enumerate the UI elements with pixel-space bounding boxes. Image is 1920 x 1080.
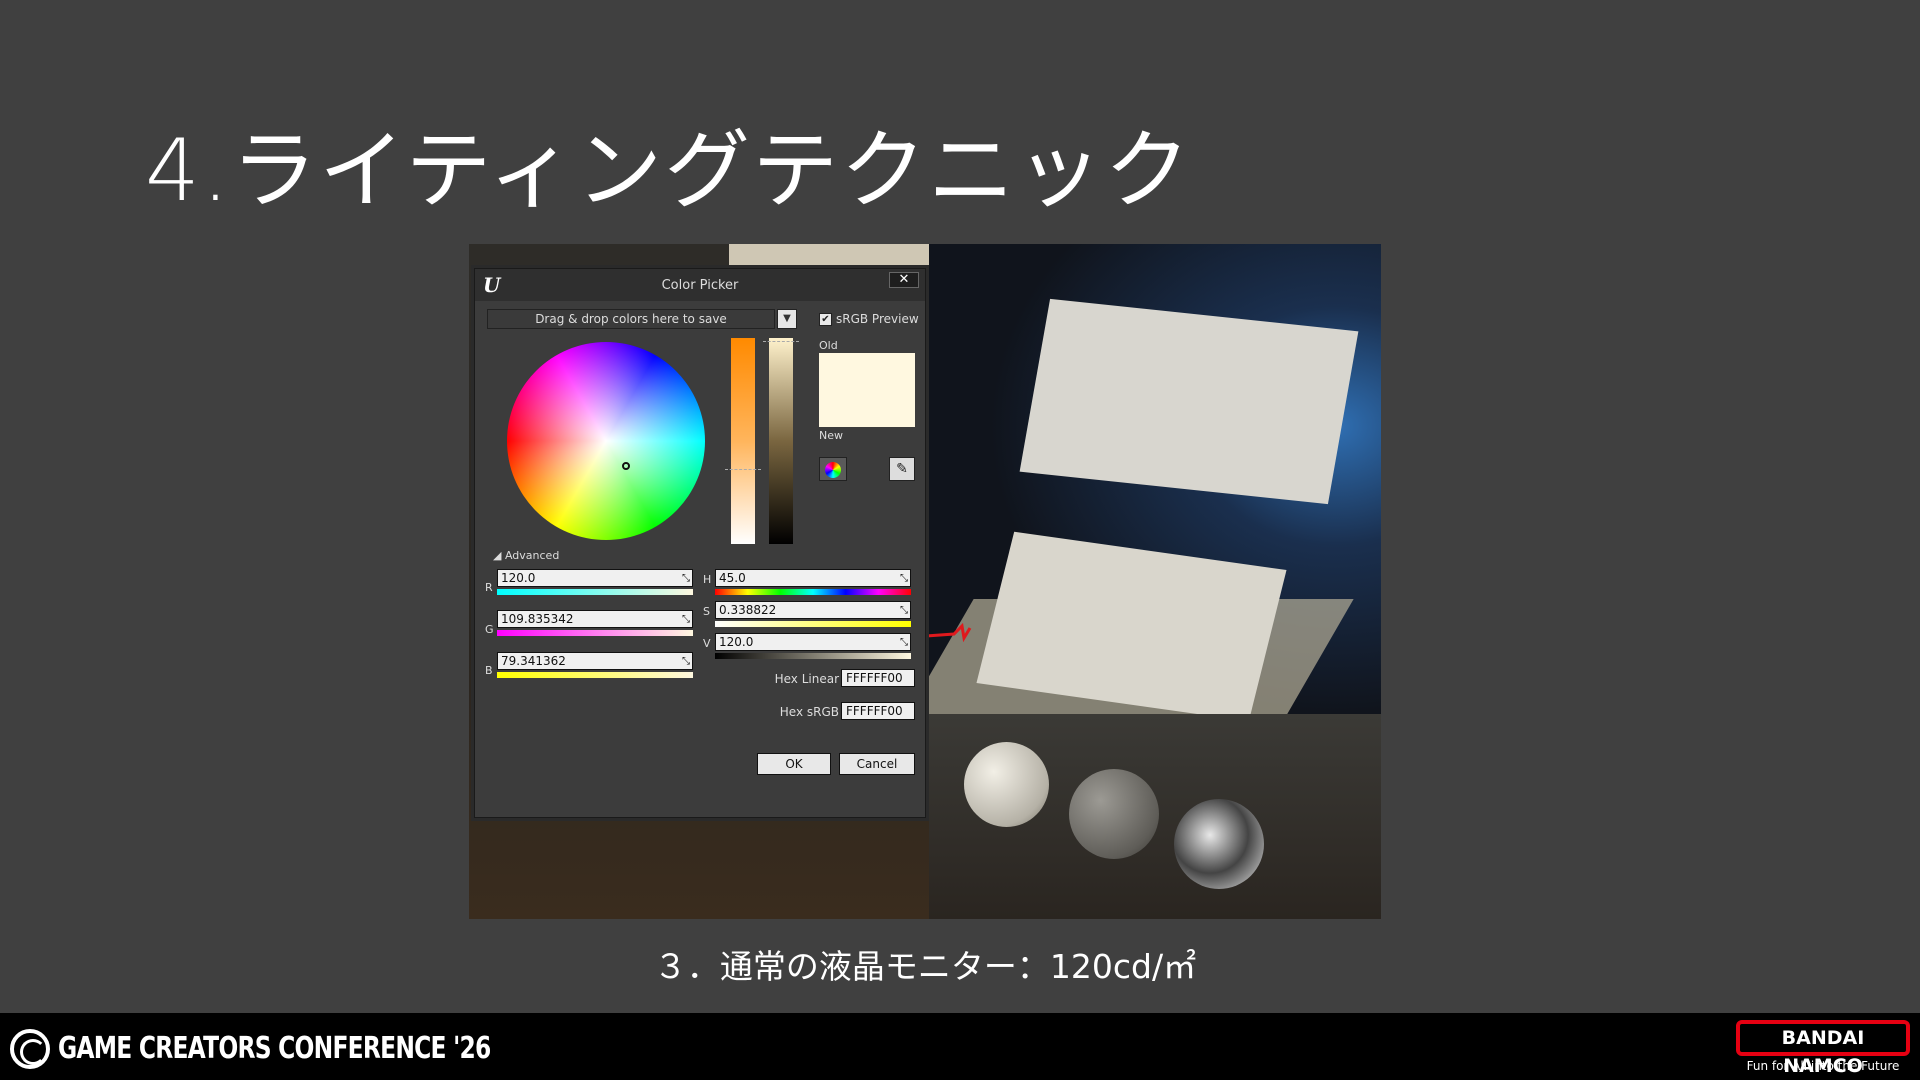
color-wheel-icon bbox=[825, 462, 841, 478]
advanced-label: Advanced bbox=[504, 549, 560, 562]
value-slider-handle[interactable] bbox=[763, 341, 799, 342]
v-value: 120.0 bbox=[719, 635, 754, 649]
color-wheel-marker[interactable] bbox=[622, 462, 630, 470]
sponsor-logo: BANDAI NAMCO bbox=[1736, 1020, 1910, 1077]
gray-sphere bbox=[1069, 769, 1159, 859]
r-value: 120.0 bbox=[501, 571, 536, 585]
sponsor-tagline: Fun for All into the Future bbox=[1746, 1059, 1900, 1073]
g-slider-bar[interactable] bbox=[497, 630, 693, 636]
footer-bar: GAME CREATORS CONFERENCE '26 BANDAI NAMC… bbox=[0, 1013, 1920, 1080]
saved-colors-dropdown-button[interactable]: ▼ bbox=[777, 309, 797, 329]
chevron-down-icon: ▼ bbox=[783, 313, 791, 324]
dialog-title-bar[interactable]: U Color Picker ✕ bbox=[475, 269, 925, 301]
hex-srgb-input[interactable]: FFFFFF00 bbox=[841, 702, 915, 720]
v-input[interactable]: 120.0 ⤡ bbox=[715, 633, 911, 651]
dialog-title: Color Picker bbox=[661, 278, 739, 293]
red-arrow-annotation bbox=[925, 622, 972, 642]
srgb-preview-checkbox[interactable]: ✔ bbox=[819, 313, 832, 326]
cancel-button[interactable]: Cancel bbox=[839, 753, 915, 775]
saturation-slider-handle[interactable] bbox=[725, 469, 761, 470]
eyedropper-icon: ✎ bbox=[896, 461, 908, 477]
b-slider-bar[interactable] bbox=[497, 672, 693, 678]
chrome-sphere bbox=[1174, 799, 1264, 889]
slide-caption: ３．通常の液晶モニター：120cd/㎡ bbox=[653, 947, 1197, 986]
h-slider-bar[interactable] bbox=[715, 589, 911, 595]
gcc-logo-icon bbox=[10, 1029, 50, 1069]
new-color-label: New bbox=[819, 429, 843, 442]
s-slider-bar[interactable] bbox=[715, 621, 911, 627]
v-slider-bar[interactable] bbox=[715, 653, 911, 659]
color-wheel-mode-button[interactable] bbox=[819, 457, 847, 481]
spin-icon[interactable]: ⤡ bbox=[682, 654, 690, 670]
spin-icon[interactable]: ⤡ bbox=[900, 571, 908, 587]
slide-title: 4.ライティングテクニック bbox=[145, 121, 1193, 221]
color-wheel[interactable] bbox=[507, 342, 705, 540]
value-slider[interactable] bbox=[769, 338, 793, 544]
g-input[interactable]: 109.835342 ⤡ bbox=[497, 610, 693, 628]
paper-card-top bbox=[1019, 298, 1359, 505]
s-input[interactable]: 0.338822 ⤡ bbox=[715, 601, 911, 619]
hex-linear-label: Hex Linear bbox=[774, 672, 839, 686]
spin-icon[interactable]: ⤡ bbox=[682, 612, 690, 628]
b-input[interactable]: 79.341362 ⤡ bbox=[497, 652, 693, 670]
srgb-preview-label: sRGB Preview bbox=[836, 312, 919, 326]
close-button[interactable]: ✕ bbox=[889, 272, 919, 288]
h-label: H bbox=[703, 573, 712, 586]
advanced-section-toggle[interactable]: ◢ Advanced bbox=[493, 549, 559, 562]
h-input[interactable]: 45.0 ⤡ bbox=[715, 569, 911, 587]
spin-icon[interactable]: ⤡ bbox=[900, 603, 908, 619]
b-label: B bbox=[485, 664, 493, 677]
g-label: G bbox=[485, 623, 494, 636]
saved-colors-drop-area[interactable]: Drag & drop colors here to save bbox=[487, 309, 775, 329]
r-input[interactable]: 120.0 ⤡ bbox=[497, 569, 693, 587]
hex-linear-input[interactable]: FFFFFF00 bbox=[841, 669, 915, 687]
spin-icon[interactable]: ⤡ bbox=[682, 571, 690, 587]
g-value: 109.835342 bbox=[501, 612, 574, 626]
event-name: GAME CREATORS CONFERENCE '26 bbox=[58, 1031, 491, 1066]
old-color-label: Old bbox=[819, 339, 838, 352]
color-picker-dialog[interactable]: U Color Picker ✕ Drag & drop colors here… bbox=[474, 268, 926, 818]
hex-srgb-label: Hex sRGB bbox=[779, 705, 839, 719]
b-value: 79.341362 bbox=[501, 654, 566, 668]
ok-button[interactable]: OK bbox=[757, 753, 831, 775]
h-value: 45.0 bbox=[719, 571, 746, 585]
spin-icon[interactable]: ⤡ bbox=[900, 635, 908, 651]
s-value: 0.338822 bbox=[719, 603, 777, 617]
saturation-slider[interactable] bbox=[731, 338, 755, 544]
eyedropper-button[interactable]: ✎ bbox=[889, 457, 915, 481]
s-label: S bbox=[703, 605, 710, 618]
v-label: V bbox=[703, 637, 711, 650]
r-label: R bbox=[485, 581, 493, 594]
color-preview-swatch bbox=[819, 353, 915, 427]
white-sphere bbox=[964, 742, 1049, 827]
r-slider-bar[interactable] bbox=[497, 589, 693, 595]
